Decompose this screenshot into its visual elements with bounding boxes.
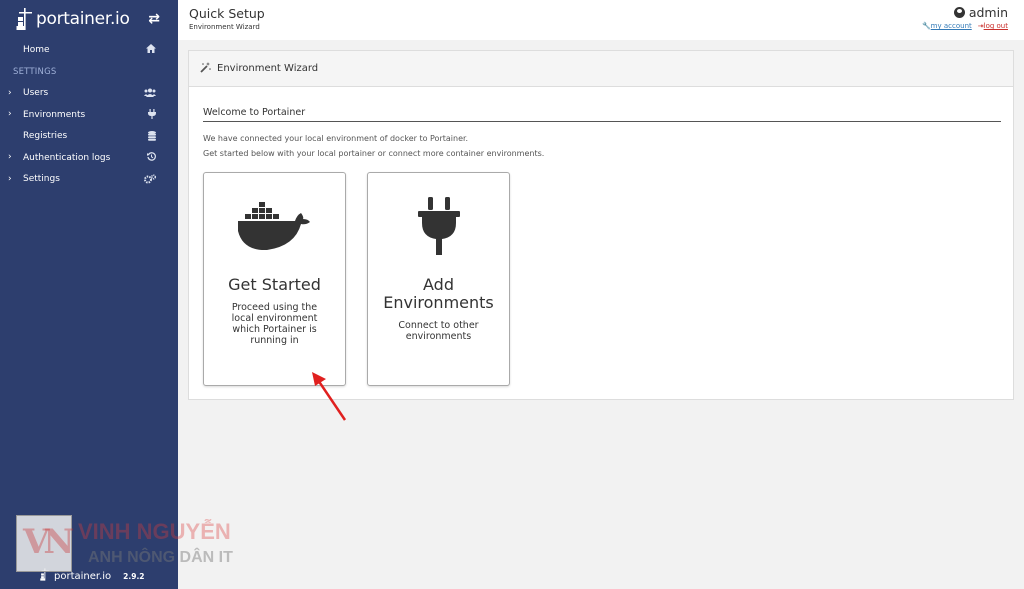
title-line: Add [423, 275, 454, 294]
watermark-logo: VN [23, 522, 75, 562]
user-area: admin 🔧my account ⇥log out [922, 5, 1008, 30]
add-environments-description: Connect to other environments [368, 320, 509, 342]
description-line: Connect to other [398, 320, 479, 331]
docker-whale-icon [237, 201, 311, 257]
sidebar-item-label: Registries [23, 131, 68, 142]
portainer-logo-icon [16, 7, 34, 31]
description-line: Proceed using the [231, 302, 318, 313]
sidebar-item-environments[interactable]: › Environments [0, 104, 178, 126]
add-environments-card[interactable]: Add Environments Connect to other enviro… [367, 172, 510, 386]
add-environments-title: Add Environments [368, 276, 509, 312]
log-out-label: log out [983, 22, 1008, 30]
user-name: admin [922, 5, 1008, 20]
sidebar: portainer.io ⇄ Home SETTINGS › Users › E… [0, 0, 178, 589]
chevron-right-icon: › [8, 152, 12, 162]
welcome-heading: Welcome to Portainer [203, 107, 1001, 122]
panel-title: Environment Wizard [217, 63, 319, 74]
home-icon [146, 44, 156, 56]
description-line-2: Get started below with your local portai… [203, 149, 545, 158]
sidebar-item-label: Authentication logs [23, 152, 111, 163]
header: Quick Setup Environment Wizard admin 🔧my… [178, 0, 1024, 40]
description-line: which Portainer is [232, 324, 317, 335]
watermark: VN VINH NGUYỄN ANH NÔNG DÂN IT [16, 515, 256, 572]
sidebar-item-label: Users [23, 88, 49, 99]
sidebar-item-settings[interactable]: › Settings [0, 169, 178, 191]
version-label: 2.9.2 [123, 571, 145, 581]
chevron-right-icon: › [8, 173, 12, 184]
username-label: admin [968, 5, 1008, 20]
my-account-label: my account [930, 22, 972, 30]
database-icon [148, 130, 156, 144]
title-line: Environments [383, 293, 494, 312]
description-line-1: We have connected your local environment… [203, 134, 469, 143]
environment-wizard-panel: Environment Wizard Welcome to Portainer … [188, 50, 1014, 400]
get-started-title: Get Started [228, 275, 321, 294]
magic-wand-icon [200, 61, 211, 76]
sidebar-item-label: Home [23, 44, 50, 55]
watermark-logo-box: VN [16, 515, 75, 572]
sidebar-item-label: Settings [23, 174, 60, 185]
watermark-line1: VINH NGUYỄN [78, 519, 231, 544]
chevron-right-icon: › [8, 109, 12, 119]
get-started-description: Proceed using the local environment whic… [204, 302, 345, 346]
my-account-link[interactable]: 🔧my account [922, 22, 972, 30]
user-circle-icon [953, 7, 965, 18]
watermark-line2: ANH NÔNG DÂN IT [88, 549, 233, 566]
logo-bar: portainer.io ⇄ [0, 0, 178, 38]
description-line: environments [405, 331, 472, 342]
footer-logo-text: portainer.io [54, 570, 112, 582]
sidebar-section-settings: SETTINGS [13, 66, 57, 77]
history-icon [147, 152, 156, 164]
page-subtitle: Environment Wizard [189, 23, 260, 31]
get-started-card[interactable]: Get Started Proceed using the local envi… [203, 172, 346, 386]
users-icon [144, 88, 156, 100]
sidebar-item-users[interactable]: › Users [0, 83, 178, 105]
description-line: local environment [231, 313, 318, 324]
user-links: 🔧my account ⇥log out [922, 22, 1008, 30]
plug-icon [417, 197, 461, 261]
plug-icon [148, 109, 156, 122]
sidebar-item-label: Environments [23, 109, 86, 120]
red-arrow-annotation-icon [308, 370, 348, 426]
log-out-link[interactable]: ⇥log out [978, 22, 1008, 30]
panel-header: Environment Wizard [189, 51, 1013, 87]
cogs-icon [144, 173, 157, 187]
sidebar-item-home[interactable]: Home [0, 39, 178, 61]
logo-text: portainer.io [36, 9, 130, 29]
chevron-right-icon: › [8, 87, 12, 98]
wrench-icon: 🔧 [921, 22, 931, 30]
sidebar-item-authentication-logs[interactable]: › Authentication logs [0, 147, 178, 169]
page-title: Quick Setup [189, 6, 265, 21]
description-line: running in [250, 335, 299, 346]
sidebar-item-registries[interactable]: Registries [0, 126, 178, 148]
switch-environment-icon[interactable]: ⇄ [148, 11, 160, 27]
